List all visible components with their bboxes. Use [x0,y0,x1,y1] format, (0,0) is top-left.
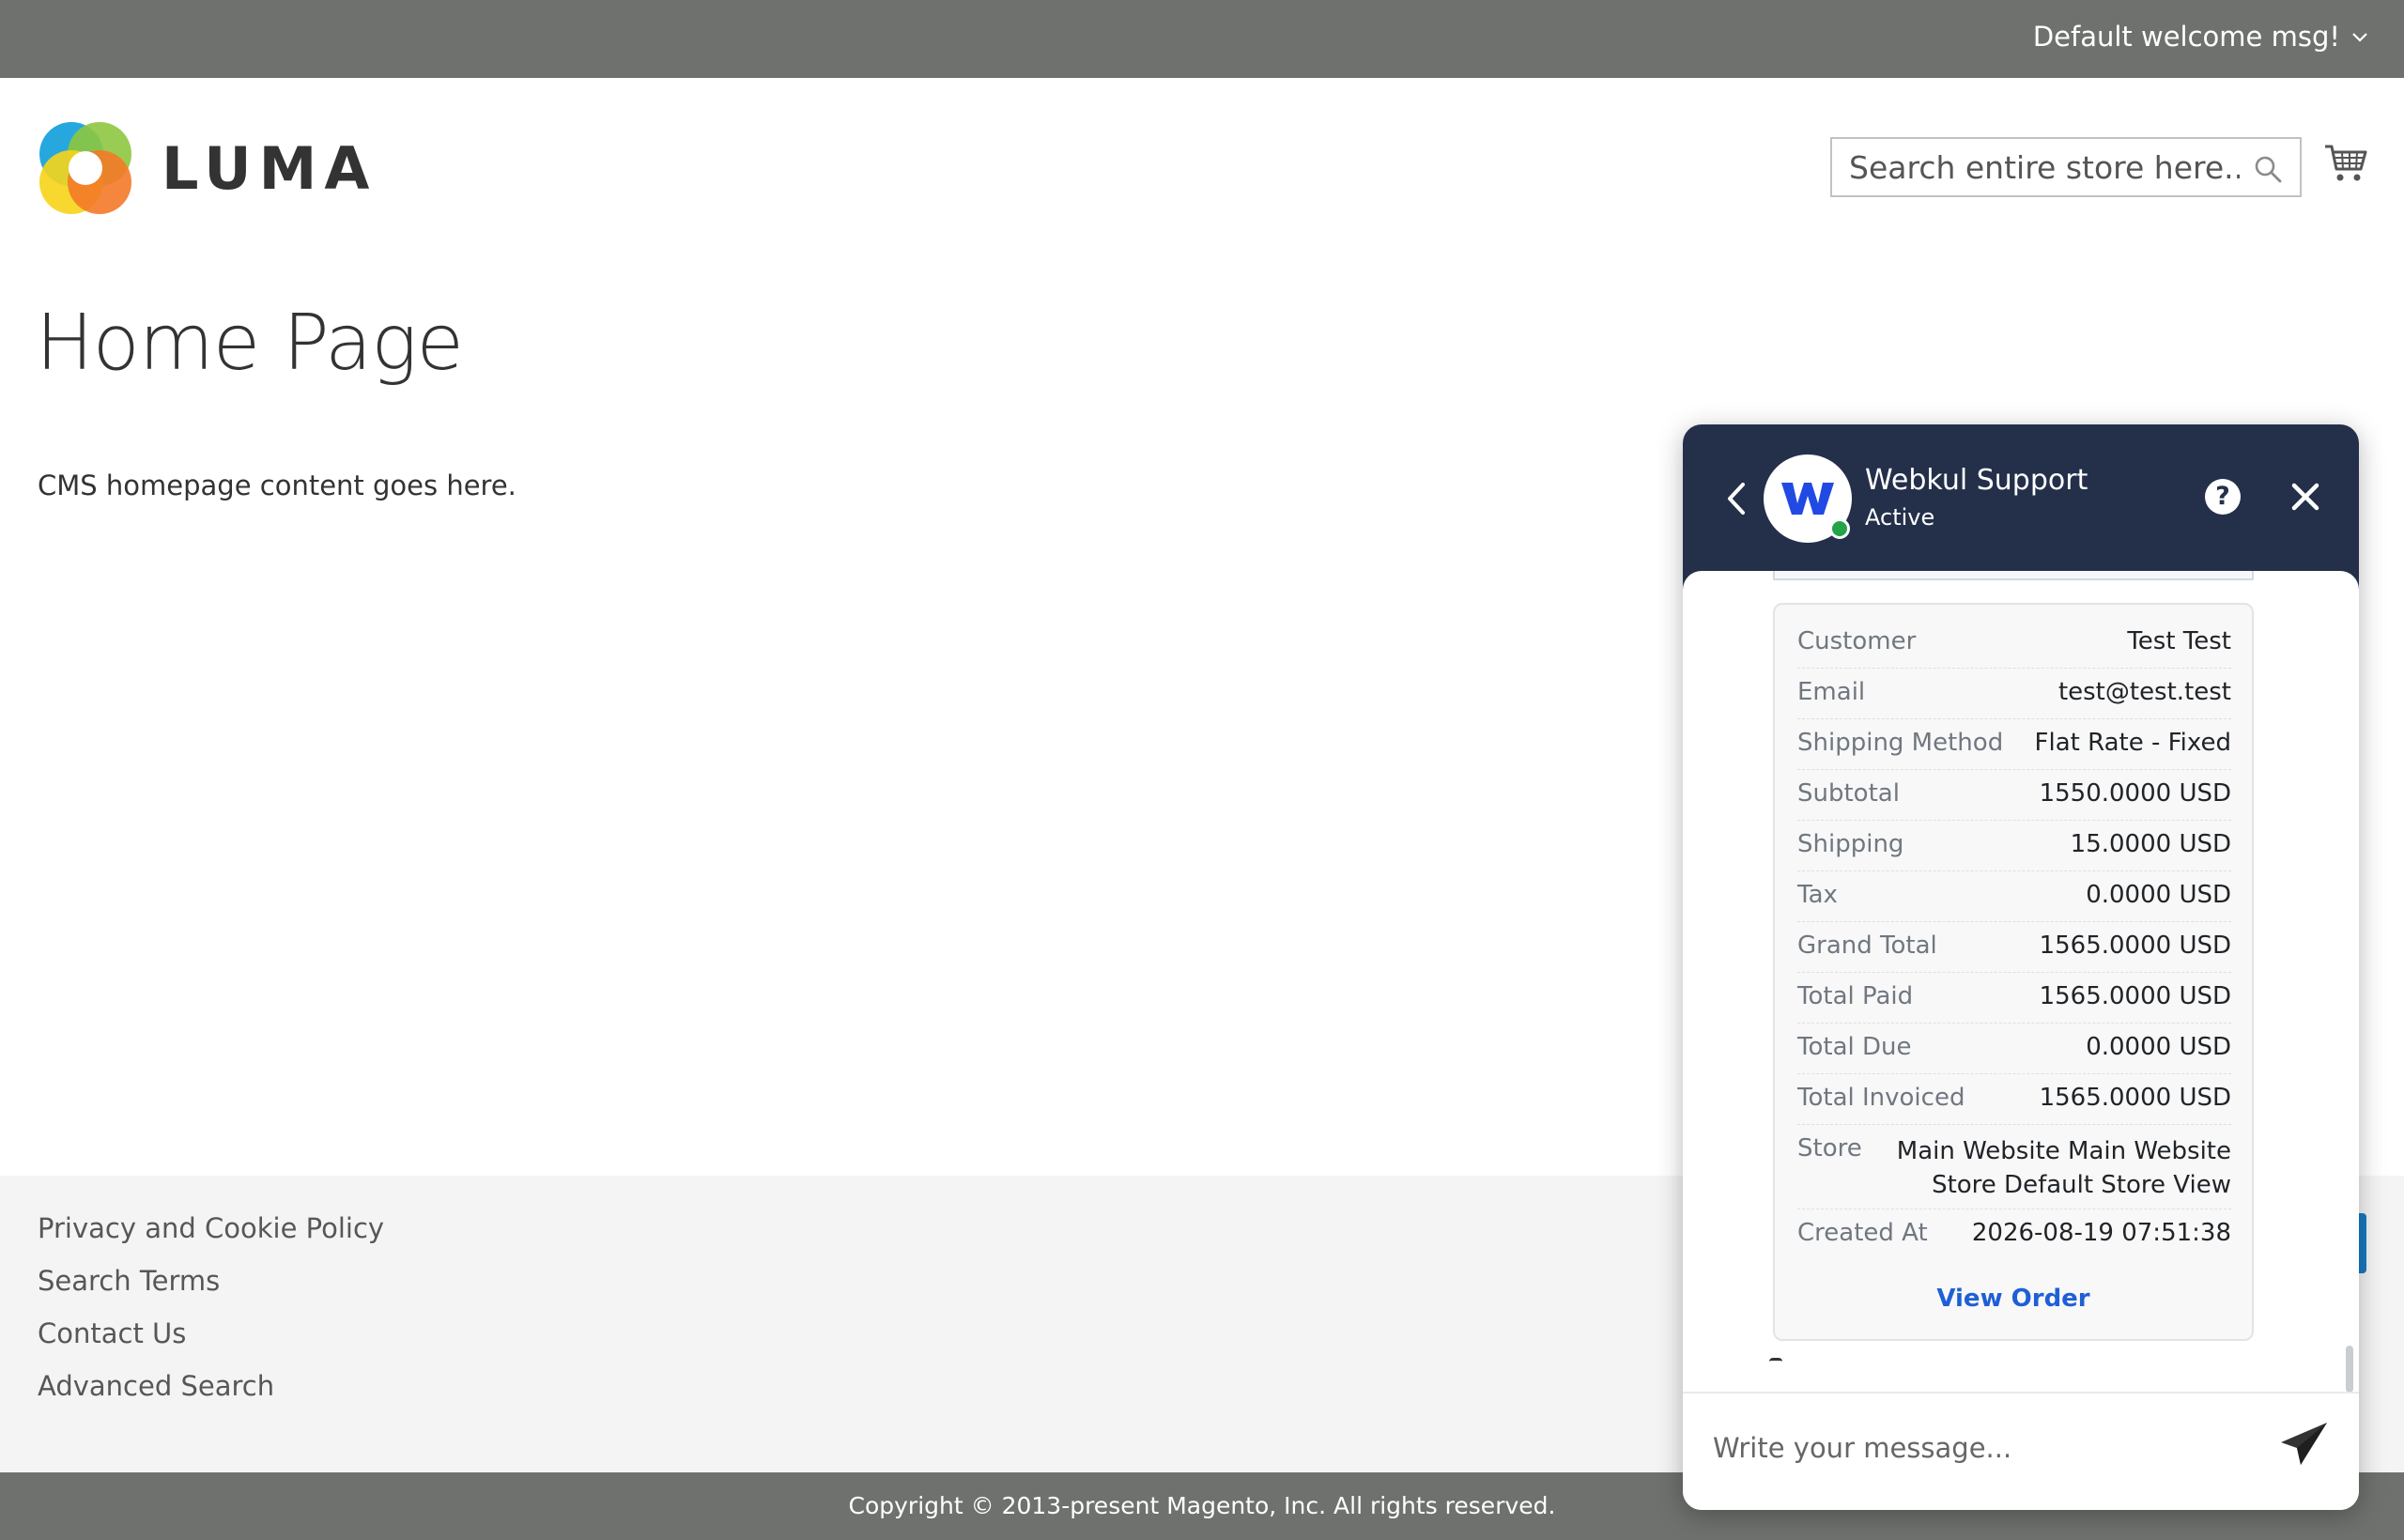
order-value: Test Test [2127,627,2231,655]
search-box [1830,137,2302,197]
search-icon[interactable] [2253,154,2283,184]
order-label: Total Due [1797,1033,1912,1061]
order-label: Customer [1797,627,1917,655]
order-label: Subtotal [1797,779,1900,808]
order-details-card: Customer Test Test Email test@test.test … [1773,603,2254,1341]
order-row-total-due: Total Due 0.0000 USD [1797,1024,2231,1074]
order-row-total-invoiced: Total Invoiced 1565.0000 USD [1797,1074,2231,1125]
order-label: Store [1797,1134,1862,1163]
order-details-list: Customer Test Test Email test@test.test … [1797,618,2231,1260]
order-value: test@test.test [2057,678,2231,706]
send-icon[interactable] [2278,1420,2331,1469]
footer-link-item: Search Terms [38,1262,384,1315]
webkul-logo-icon [1781,483,1834,515]
order-row-subtotal: Subtotal 1550.0000 USD [1797,770,2231,821]
order-label: Shipping Method [1797,729,2004,757]
order-label: Shipping [1797,830,1904,858]
chat-widget: Webkul Support Active ? Customer Test Te… [1683,424,2359,1510]
store-logo[interactable]: LUMA [38,120,377,216]
footer-link-item: Contact Us [38,1315,384,1367]
order-value: 1565.0000 USD [2039,932,2231,960]
cart-icon[interactable] [2323,141,2368,184]
order-label: Tax [1797,881,1838,909]
chat-composer [1683,1392,2359,1510]
footer-links: Privacy and Cookie Policy Search Terms C… [38,1209,384,1420]
order-row-grand-total: Grand Total 1565.0000 USD [1797,922,2231,973]
agent-status: Active [1865,504,1935,531]
order-row-store: Store Main Website Main Website Store De… [1797,1125,2231,1209]
page-title: Home Page [36,299,464,388]
previous-message-card [1773,571,2254,580]
order-value: 2026-08-19 07:51:38 [1971,1219,2231,1247]
chat-header: Webkul Support Active ? [1683,424,2359,593]
order-label: Email [1797,678,1866,706]
luma-logo-icon [39,122,131,214]
copyright-text: Copyright © 2013-present Magento, Inc. A… [848,1492,1556,1519]
footer-link-search-terms[interactable]: Search Terms [38,1265,220,1297]
logo-text: LUMA [162,133,378,203]
search-input[interactable] [1832,139,2300,195]
welcome-dropdown[interactable]: Default welcome msg! [2033,21,2370,53]
message-input[interactable] [1713,1422,2258,1474]
chat-scrollbar[interactable] [2346,1346,2353,1392]
online-status-dot [1829,518,1850,539]
back-arrow-icon[interactable] [1720,479,1752,518]
view-order-link[interactable]: View Order [1775,1285,2252,1313]
footer-link-privacy[interactable]: Privacy and Cookie Policy [38,1212,384,1244]
footer-link-item: Advanced Search [38,1367,384,1420]
footer-link-advanced-search[interactable]: Advanced Search [38,1370,274,1402]
agent-name: Webkul Support [1865,464,2088,497]
order-row-shipping: Shipping 15.0000 USD [1797,821,2231,871]
close-icon[interactable] [2289,481,2321,513]
chevron-down-icon [2352,33,2367,42]
order-row-email: Email test@test.test [1797,669,2231,719]
order-value: 0.0000 USD [2086,881,2231,909]
order-row-created-at: Created At 2026-08-19 07:51:38 [1797,1209,2231,1260]
order-value: 1565.0000 USD [2039,1084,2231,1112]
order-value: 15.0000 USD [2070,830,2231,858]
order-row-customer: Customer Test Test [1797,618,2231,669]
order-label: Created At [1797,1219,1928,1247]
order-row-tax: Tax 0.0000 USD [1797,871,2231,922]
order-row-shipping-method: Shipping Method Flat Rate - Fixed [1797,719,2231,770]
footer-link-item: Privacy and Cookie Policy [38,1209,384,1262]
order-label: Total Invoiced [1797,1084,1965,1112]
order-value: Main Website Main Website Store Default … [1896,1137,2231,1199]
footer-link-contact[interactable]: Contact Us [38,1317,186,1349]
next-message-fragment [1769,1358,1782,1365]
order-label: Total Paid [1797,982,1914,1010]
chat-messages[interactable]: Customer Test Test Email test@test.test … [1683,571,2359,1392]
order-value: 1565.0000 USD [2039,982,2231,1010]
welcome-text: Default welcome msg! [2032,21,2340,53]
help-icon[interactable]: ? [2205,479,2241,515]
order-value: 0.0000 USD [2086,1033,2231,1061]
order-label: Grand Total [1797,932,1937,960]
order-value: 1550.0000 USD [2039,779,2231,808]
top-bar: Default welcome msg! [0,0,2404,78]
order-value: Flat Rate - Fixed [2034,729,2231,757]
cms-content: CMS homepage content goes here. [38,470,516,501]
order-row-total-paid: Total Paid 1565.0000 USD [1797,973,2231,1024]
